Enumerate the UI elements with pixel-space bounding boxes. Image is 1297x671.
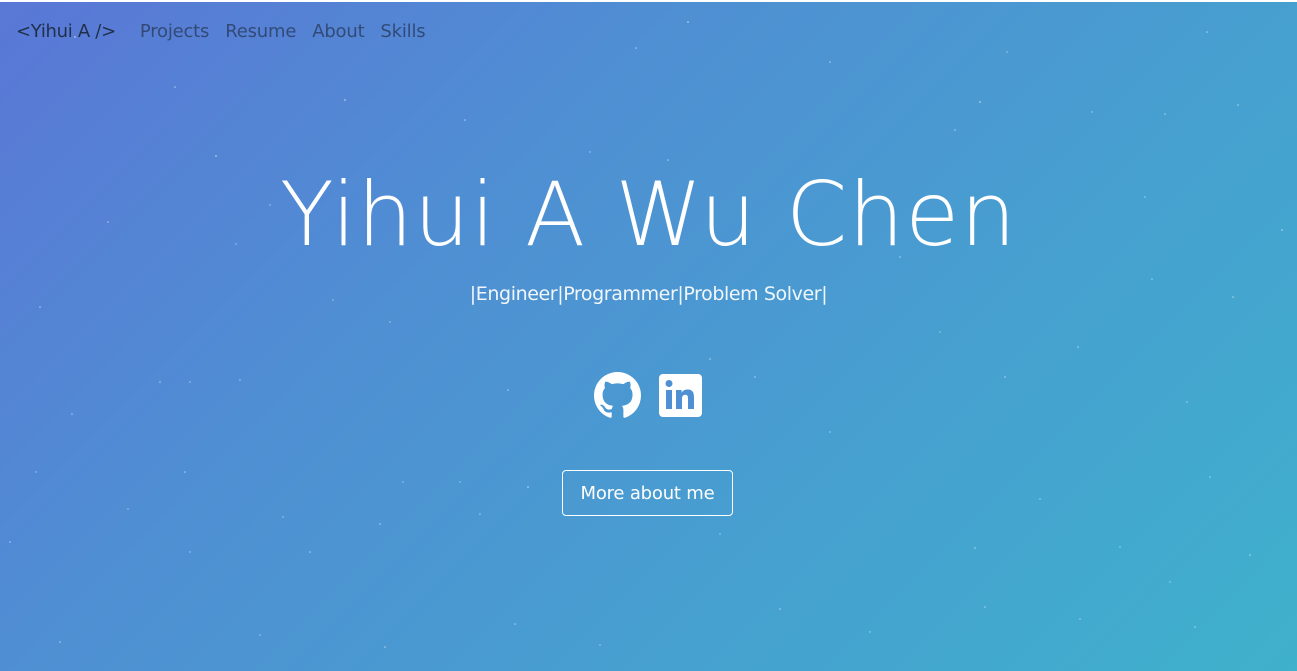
top-navbar: <Yihui A /> Projects Resume About Skills (16, 21, 441, 42)
nav-link-skills[interactable]: Skills (380, 21, 425, 42)
linkedin-icon (658, 374, 702, 417)
hero-tagline: |Engineer|Programmer|Problem Solver| (469, 283, 828, 305)
nav-link-about[interactable]: About (312, 21, 364, 42)
github-link[interactable] (593, 372, 641, 419)
social-links (0, 372, 1297, 419)
hero-section: <Yihui A /> Projects Resume About Skills… (0, 2, 1297, 671)
brand-logo-link[interactable]: <Yihui A /> (16, 21, 116, 42)
nav-link-projects[interactable]: Projects (140, 21, 210, 42)
github-icon (593, 372, 641, 418)
linkedin-link[interactable] (657, 372, 704, 419)
nav-link-resume[interactable]: Resume (225, 21, 296, 42)
hero-name-heading: Yihui A Wu Chen (280, 163, 1017, 266)
more-about-me-button[interactable]: More about me (562, 470, 733, 516)
starfield-background (9, 21, 1283, 648)
